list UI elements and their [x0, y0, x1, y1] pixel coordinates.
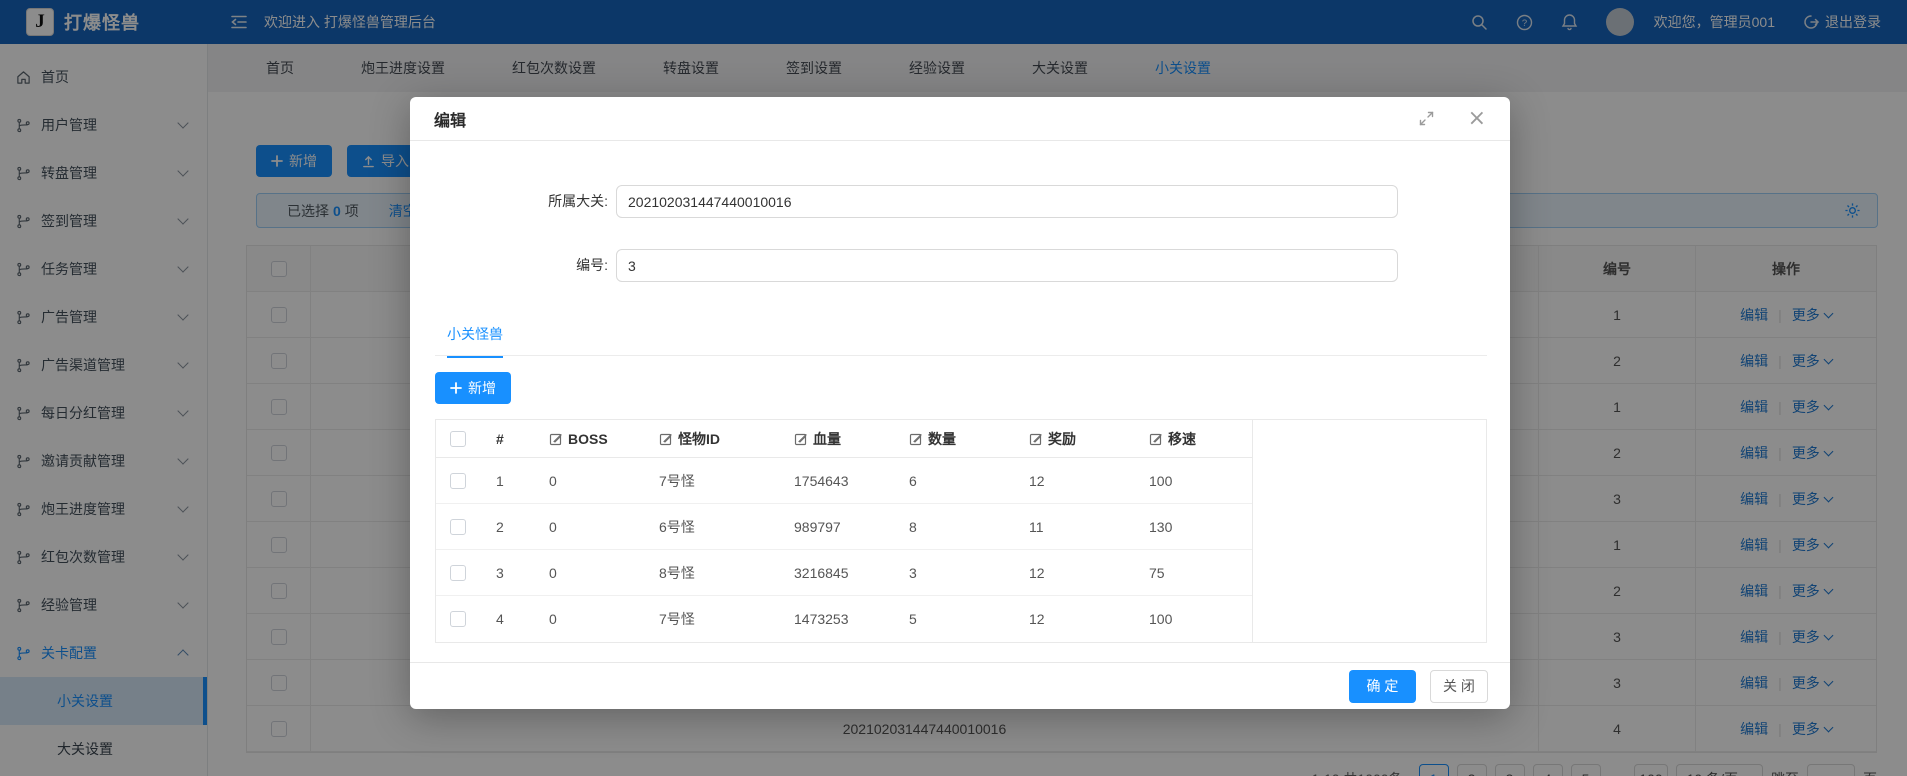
col-header-boss: BOSS [568, 430, 608, 447]
cell-monster-id: 6号怪 [659, 518, 695, 535]
cell-index: 2 [496, 518, 504, 535]
cell-reward: 12 [1029, 472, 1045, 489]
cell-speed: 75 [1149, 564, 1165, 581]
row-checkbox[interactable] [450, 564, 466, 581]
cell-index: 3 [496, 564, 504, 581]
col-header-speed: 移速 [1168, 430, 1196, 447]
cell-hp: 1754643 [794, 472, 849, 489]
plus-icon [450, 382, 462, 394]
edit-column-icon[interactable] [659, 432, 673, 446]
row-checkbox[interactable] [450, 611, 466, 627]
edit-column-icon[interactable] [909, 432, 923, 446]
admin-page: J 打爆怪兽 欢迎进入 打爆怪兽管理后台 ? 欢迎您，管理员001 退出登录 首… [0, 0, 1907, 776]
monster-row: 3 0 8号怪 3216845 3 12 75 [436, 550, 1252, 596]
confirm-button[interactable]: 确 定 [1349, 669, 1416, 703]
close-icon[interactable]: × [1468, 107, 1486, 130]
col-header-count: 数量 [928, 430, 956, 447]
select-all-checkbox[interactable] [450, 430, 466, 447]
edit-column-icon[interactable] [1149, 432, 1163, 446]
modal-title: 编辑 [434, 112, 467, 130]
cell-monster-id: 7号怪 [659, 472, 695, 489]
modal-tabs: 小关怪兽 [435, 318, 1487, 358]
cell-speed: 100 [1149, 472, 1173, 489]
cell-boss: 0 [549, 564, 557, 581]
modal-footer: 确 定 关 闭 [410, 662, 1510, 709]
cell-boss: 0 [549, 611, 557, 627]
cell-monster-id: 7号怪 [659, 611, 695, 627]
edit-column-icon[interactable] [549, 432, 563, 446]
field-label-number: 编号: [576, 257, 608, 273]
edit-modal: 编辑 × 所属大关: 编号: 小关怪兽 新增 # [410, 97, 1510, 709]
cell-boss: 0 [549, 518, 557, 535]
cell-reward: 11 [1029, 518, 1044, 535]
edit-column-icon[interactable] [1029, 432, 1043, 446]
fullscreen-icon[interactable] [1419, 111, 1434, 126]
monster-row: 1 0 7号怪 1754643 6 12 100 [436, 458, 1252, 504]
cell-count: 6 [909, 472, 917, 489]
cell-boss: 0 [549, 472, 557, 489]
row-checkbox[interactable] [450, 472, 466, 489]
cell-hp: 3216845 [794, 564, 849, 581]
cell-count: 8 [909, 518, 917, 535]
monster-table-header: # BOSS 怪物ID 血量 数量 奖励 移速 [436, 420, 1252, 458]
parent-level-input[interactable] [616, 185, 1398, 218]
edit-column-icon[interactable] [794, 432, 808, 446]
monster-row: 4 0 7号怪 1473253 5 12 100 [436, 596, 1252, 642]
field-label-parent-level: 所属大关: [548, 193, 608, 209]
row-checkbox[interactable] [450, 518, 466, 535]
monster-table: # BOSS 怪物ID 血量 数量 奖励 移速 1 0 7号怪 1754643 … [435, 419, 1487, 643]
modal-add-label: 新增 [468, 380, 496, 396]
number-input[interactable] [616, 249, 1398, 282]
tab-small-level-monsters[interactable]: 小关怪兽 [447, 324, 503, 358]
modal-header: 编辑 × [410, 97, 1510, 141]
monster-row: 2 0 6号怪 989797 8 11 130 [436, 504, 1252, 550]
cell-speed: 100 [1149, 611, 1173, 627]
cell-reward: 12 [1029, 564, 1045, 581]
cell-index: 4 [496, 611, 504, 627]
cell-count: 3 [909, 564, 917, 581]
cell-index: 1 [496, 472, 504, 489]
col-header-hp: 血量 [813, 430, 841, 447]
cell-hp: 989797 [794, 518, 841, 535]
cell-speed: 130 [1149, 518, 1173, 535]
cancel-button[interactable]: 关 闭 [1430, 669, 1488, 703]
cell-hp: 1473253 [794, 611, 849, 627]
col-header-index: # [496, 430, 504, 447]
col-header-monster-id: 怪物ID [678, 430, 720, 447]
cell-reward: 12 [1029, 611, 1045, 627]
modal-add-button[interactable]: 新增 [435, 372, 511, 404]
col-header-reward: 奖励 [1048, 430, 1076, 447]
cell-monster-id: 8号怪 [659, 564, 695, 581]
cell-count: 5 [909, 611, 917, 627]
